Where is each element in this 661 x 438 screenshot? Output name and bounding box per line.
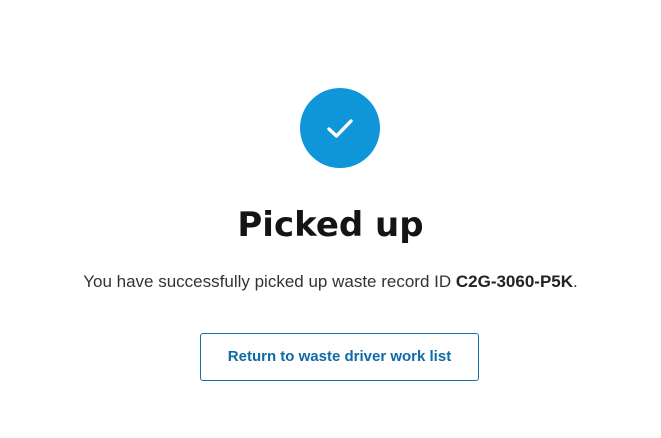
checkmark-icon — [327, 119, 353, 138]
pickup-confirmation-page: Picked up You have successfully picked u… — [0, 0, 661, 438]
message-text: You have successfully picked up waste re… — [83, 272, 456, 291]
message-end: . — [573, 272, 578, 291]
success-badge — [300, 88, 380, 168]
waste-record-id: C2G-3060-P5K — [455, 272, 574, 291]
return-to-work-list-button[interactable]: Return to waste driver work list — [200, 333, 479, 381]
confirmation-message: You have successfully picked up waste re… — [0, 270, 661, 294]
page-title: Picked up — [237, 205, 424, 245]
